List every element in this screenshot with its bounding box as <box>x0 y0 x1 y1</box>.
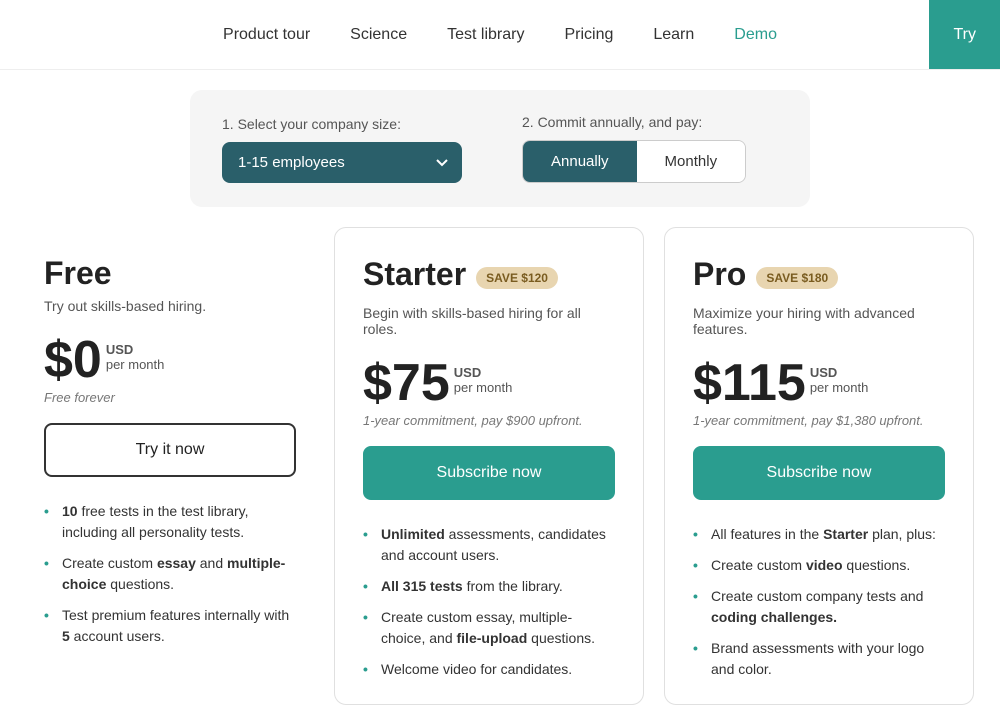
billing-toggle: Annually Monthly <box>522 140 746 183</box>
pro-plan-name: Pro <box>693 256 746 293</box>
nav-try-button[interactable]: Try <box>929 0 1000 69</box>
pro-price-meta: USD per month <box>810 365 869 395</box>
company-size-label: 1. Select your company size: <box>222 116 462 132</box>
starter-period: per month <box>454 380 513 395</box>
free-plan-card: Free Try out skills-based hiring. $0 USD… <box>16 227 324 671</box>
free-plan-tagline: Try out skills-based hiring. <box>44 298 296 314</box>
nav-science[interactable]: Science <box>350 26 407 44</box>
pro-currency: USD <box>810 365 869 380</box>
starter-price-meta: USD per month <box>454 365 513 395</box>
pro-save-badge: SAVE $180 <box>756 267 838 289</box>
free-period: per month <box>106 357 165 372</box>
pro-feature-1: All features in the Starter plan, plus: <box>693 524 945 545</box>
pro-period: per month <box>810 380 869 395</box>
billing-cycle-group: 2. Commit annually, and pay: Annually Mo… <box>522 114 746 183</box>
pro-price-amount: $115 <box>693 357 806 409</box>
free-plan-name: Free <box>44 255 296 292</box>
starter-commitment: 1-year commitment, pay $900 upfront. <box>363 413 615 428</box>
starter-subscribe-button[interactable]: Subscribe now <box>363 446 615 500</box>
billing-cycle-label: 2. Commit annually, and pay: <box>522 114 746 130</box>
free-currency: USD <box>106 342 165 357</box>
free-feature-3: Test premium features internally with 5 … <box>44 605 296 647</box>
starter-feature-2: All 315 tests from the library. <box>363 576 615 597</box>
free-feature-2: Create custom essay and multiple-choice … <box>44 553 296 595</box>
starter-feature-4: Welcome video for candidates. <box>363 659 615 680</box>
billing-annually-btn[interactable]: Annually <box>523 141 637 182</box>
pro-plan-tagline: Maximize your hiring with advanced featu… <box>693 305 945 337</box>
free-price-amount: $0 <box>44 334 102 386</box>
starter-price-row: $75 USD per month <box>363 357 615 409</box>
nav-test-library[interactable]: Test library <box>447 26 524 44</box>
free-try-button[interactable]: Try it now <box>44 423 296 477</box>
starter-price-amount: $75 <box>363 357 450 409</box>
pro-commitment: 1-year commitment, pay $1,380 upfront. <box>693 413 945 428</box>
pro-feature-2: Create custom video questions. <box>693 555 945 576</box>
starter-currency: USD <box>454 365 513 380</box>
starter-features: Unlimited assessments, candidates and ac… <box>363 524 615 680</box>
starter-plan-card: Starter SAVE $120 Begin with skills-base… <box>334 227 644 705</box>
company-size-group: 1. Select your company size: 1-15 employ… <box>222 116 462 183</box>
nav-learn[interactable]: Learn <box>653 26 694 44</box>
starter-plan-header: Starter SAVE $120 <box>363 256 615 299</box>
nav-pricing[interactable]: Pricing <box>564 26 613 44</box>
pro-features: All features in the Starter plan, plus: … <box>693 524 945 680</box>
nav-links: Product tour Science Test library Pricin… <box>223 26 777 44</box>
starter-feature-3: Create custom essay, multiple-choice, an… <box>363 607 615 649</box>
starter-feature-1: Unlimited assessments, candidates and ac… <box>363 524 615 566</box>
plans-section: Free Try out skills-based hiring. $0 USD… <box>0 217 1000 725</box>
pro-price-row: $115 USD per month <box>693 357 945 409</box>
free-price-row: $0 USD per month <box>44 334 296 386</box>
pro-subscribe-button[interactable]: Subscribe now <box>693 446 945 500</box>
nav-product-tour[interactable]: Product tour <box>223 26 310 44</box>
pro-plan-card: Pro SAVE $180 Maximize your hiring with … <box>664 227 974 705</box>
free-features: 10 free tests in the test library, inclu… <box>44 501 296 647</box>
nav-demo[interactable]: Demo <box>734 26 777 44</box>
free-note: Free forever <box>44 390 296 405</box>
company-size-select[interactable]: 1-15 employees 16-50 employees 51-200 em… <box>222 142 462 183</box>
pricing-selector-box: 1. Select your company size: 1-15 employ… <box>190 90 810 207</box>
pro-feature-3: Create custom company tests and coding c… <box>693 586 945 628</box>
free-feature-1: 10 free tests in the test library, inclu… <box>44 501 296 543</box>
starter-save-badge: SAVE $120 <box>476 267 558 289</box>
billing-monthly-btn[interactable]: Monthly <box>637 141 746 182</box>
pricing-selector-wrapper: 1. Select your company size: 1-15 employ… <box>0 70 1000 217</box>
starter-plan-name: Starter <box>363 256 466 293</box>
starter-plan-tagline: Begin with skills-based hiring for all r… <box>363 305 615 337</box>
pro-feature-4: Brand assessments with your logo and col… <box>693 638 945 680</box>
free-price-meta: USD per month <box>106 342 165 372</box>
pro-plan-header: Pro SAVE $180 <box>693 256 945 299</box>
navbar: Product tour Science Test library Pricin… <box>0 0 1000 70</box>
